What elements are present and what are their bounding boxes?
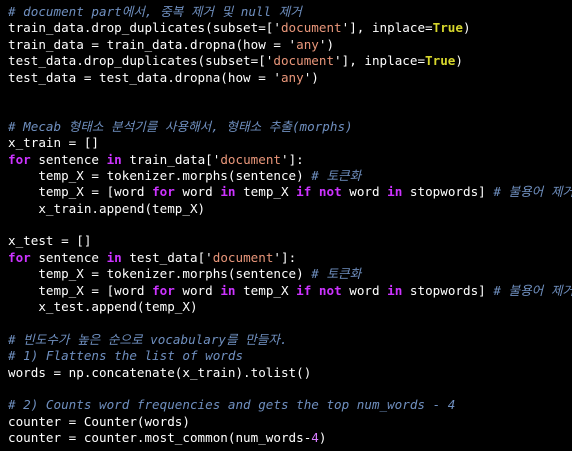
code-token-string: any [296,36,319,52]
code-token-ident: x_train = [] [8,135,99,151]
code-token-comment: # 2) Counts word frequencies and gets th… [8,397,456,413]
code-line[interactable]: # 2) Counts word frequencies and gets th… [8,397,572,413]
code-token-ident: ']: [281,151,304,167]
code-token-comment: # 불용어 제거 [493,282,572,298]
code-line[interactable]: counter = counter.most_common(num_words-… [8,430,572,446]
code-line[interactable]: for sentence in train_data['document']: [8,152,572,168]
code-line[interactable]: # Mecab 형태소 분석기를 사용해서, 형태소 추출(morphs) [8,119,572,135]
code-line[interactable]: temp_X = tokenizer.morphs(sentence) # 토큰… [8,266,572,282]
code-token-ident: test_data.drop_duplicates(subset=[' [8,53,274,69]
code-line[interactable]: # document part에서, 중복 제거 및 null 제거 [8,4,572,20]
code-token-ident: stopwords] [402,282,494,298]
code-token-comment: # Mecab 형태소 분석기를 사용해서, 형태소 추출(morphs) [8,118,353,134]
code-line[interactable]: x_train = [] [8,135,572,151]
code-token-ident: counter = Counter(words) [8,413,190,429]
code-token-keyword: for [152,282,175,298]
code-line[interactable]: # 1) Flattens the list of words [8,348,572,364]
code-token-keyword: in [220,184,236,200]
code-token-ident: temp_X = [word [8,282,153,298]
code-token-keyword: if [296,184,312,200]
code-token-ident: temp_X = [word [8,184,153,200]
code-token-ident: temp_X = tokenizer.morphs(sentence) [8,266,312,282]
code-token-ident: train_data = train_data.dropna(how = ' [8,36,297,52]
code-token-ident [311,283,319,298]
code-token-ident: test_data[' [121,249,213,265]
code-token-ident: sentence [30,249,107,265]
code-token-ident: word [174,184,221,200]
code-token-comment: # 1) Flattens the list of words [8,348,244,364]
code-line[interactable]: temp_X = [word for word in temp_X if not… [8,283,572,299]
code-token-ident: temp_X = tokenizer.morphs(sentence) [8,167,312,183]
code-token-number: 4 [311,430,319,446]
code-token-keyword: for [152,184,175,200]
code-token-ident: word [341,282,388,298]
code-line[interactable]: counter = Counter(words) [8,414,572,430]
code-line[interactable] [8,381,572,397]
code-token-ident: ') [303,69,319,85]
code-token-string: document [220,151,281,167]
code-line[interactable]: temp_X = tokenizer.morphs(sentence) # 토큰… [8,168,572,184]
code-line[interactable]: # 빈도수가 높은 순으로 vocabulary를 만들자. [8,332,572,348]
code-line[interactable]: x_test = [] [8,233,572,249]
code-token-ident: counter = counter.most_common(num_words- [8,430,312,446]
code-token-ident: train_data.drop_duplicates(subset=[' [8,20,281,36]
code-line[interactable]: x_test.append(temp_X) [8,299,572,315]
code-token-keyword: in [106,249,122,265]
code-token-comment: # 토큰화 [311,266,362,282]
code-editor[interactable]: # document part에서, 중복 제거 및 null 제거 train_… [0,0,572,451]
code-token-ident: temp_X [235,184,297,200]
code-token-bool: True [425,53,456,69]
code-token-comment: # 불용어 제거 [493,184,572,200]
code-token-ident: '], inplace= [341,20,433,36]
code-token-ident: '], inplace= [334,53,426,69]
code-token-ident: x_train.append(temp_X) [8,200,206,216]
code-token-ident: x_test = [] [8,233,92,249]
code-token-string: document [212,249,274,265]
code-token-ident: words = np.concatenate(x_train).tolist() [8,364,312,380]
code-token-ident: temp_X [235,282,297,298]
code-line[interactable] [8,102,572,118]
code-token-ident: ') [318,36,335,52]
code-token-ident: x_test.append(temp_X) [8,299,198,315]
code-line[interactable]: words = np.concatenate(x_train).tolist() [8,365,572,381]
code-token-comment: # 빈도수가 높은 순으로 vocabulary를 만들자. [8,331,288,347]
code-token-keyword: for [8,151,31,167]
code-token-string: document [280,20,342,36]
code-token-ident: stopwords] [402,184,494,200]
code-token-ident: ) [455,53,463,69]
code-token-ident: ']: [273,249,297,265]
code-token-keyword: not [318,184,342,200]
code-token-ident: train_data[' [121,151,221,167]
code-token-ident [311,184,319,199]
code-token-ident: word [174,282,221,298]
code-token-string: any [280,69,304,85]
code-token-keyword: in [387,184,403,200]
code-line[interactable]: test_data = test_data.dropna(how = 'any'… [8,70,572,86]
code-line[interactable] [8,315,572,331]
code-line[interactable] [8,86,572,102]
code-line[interactable]: train_data = train_data.dropna(how = 'an… [8,37,572,53]
code-line[interactable]: test_data.drop_duplicates(subset=['docum… [8,53,572,69]
code-token-ident: test_data = test_data.dropna(how = ' [8,69,281,85]
code-line[interactable]: x_train.append(temp_X) [8,201,572,217]
code-token-bool: True [432,20,463,36]
code-line[interactable]: train_data.drop_duplicates(subset=['docu… [8,20,572,36]
code-token-string: document [273,53,335,69]
code-token-ident: ) [462,20,471,36]
code-line[interactable]: for sentence in test_data['document']: [8,250,572,266]
code-token-comment: # 토큰화 [311,167,362,183]
code-token-keyword: in [106,151,122,167]
code-token-ident: word [341,184,388,200]
code-line[interactable] [8,217,572,233]
code-token-keyword: not [318,282,342,298]
code-line[interactable]: temp_X = [word for word in temp_X if not… [8,184,572,200]
code-token-keyword: if [296,282,312,298]
code-token-keyword: in [220,282,236,298]
code-token-ident: sentence [30,151,107,167]
code-token-comment: # document part에서, 중복 제거 및 null 제거 [8,4,302,19]
code-token-ident: ) [318,430,327,446]
code-token-keyword: for [8,249,31,265]
code-token-keyword: in [387,282,403,298]
